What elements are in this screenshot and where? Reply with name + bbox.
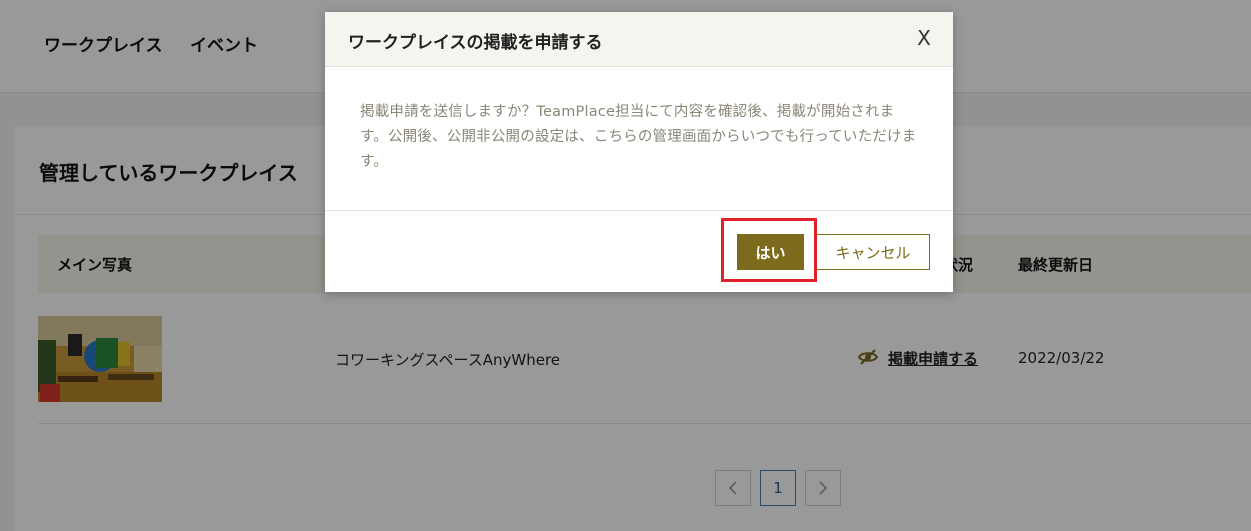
dialog-message: 掲載申請を送信しますか？TeamPlace担当にて内容を確認後、掲載が開始されま… bbox=[360, 104, 917, 170]
dialog-title: ワークプレイスの掲載を申請する bbox=[348, 33, 603, 53]
highlight-box bbox=[721, 218, 817, 282]
dialog-header: ワークプレイスの掲載を申請する X bbox=[325, 12, 953, 67]
cancel-button[interactable]: キャンセル bbox=[816, 234, 930, 270]
divider bbox=[325, 210, 953, 211]
close-icon[interactable]: X bbox=[913, 27, 935, 49]
apply-listing-dialog: ワークプレイスの掲載を申請する X 掲載申請を送信しますか？TeamPlace担… bbox=[325, 12, 953, 292]
